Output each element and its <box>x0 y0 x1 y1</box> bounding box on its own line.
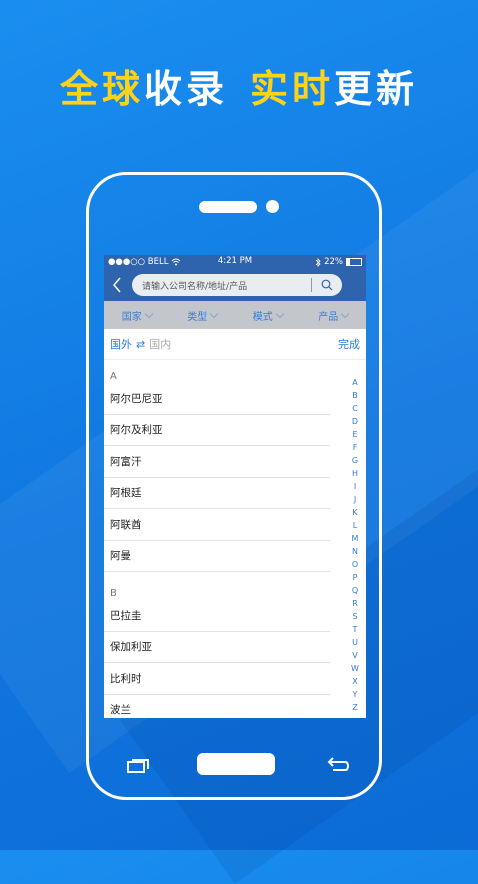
index-letter[interactable]: P <box>353 571 358 584</box>
index-letter[interactable]: F <box>353 441 358 454</box>
chevron-down-icon <box>275 309 284 318</box>
status-bar: ●●●○○ BELL 4:21 PM 22% <box>104 255 366 269</box>
index-letter[interactable]: R <box>352 597 358 610</box>
index-letter[interactable]: G <box>352 454 358 467</box>
index-letter[interactable]: H <box>352 467 358 480</box>
filter-bar: 国家 类型 模式 产品 <box>104 301 366 329</box>
swap-icon[interactable]: ⇄ <box>136 338 145 351</box>
back-chevron-icon[interactable] <box>108 273 126 297</box>
headline: 全球收录 实时更新 <box>0 58 478 113</box>
index-letter[interactable]: V <box>352 649 357 662</box>
headline-part1: 全球 <box>59 67 144 111</box>
index-letter[interactable]: S <box>352 610 357 623</box>
index-letter[interactable]: L <box>353 519 357 532</box>
index-letter[interactable]: C <box>352 402 358 415</box>
list-item[interactable]: 阿富汗 <box>104 446 330 478</box>
list-item[interactable]: 阿根廷 <box>104 478 330 509</box>
list-item[interactable]: 阿曼 <box>104 541 330 572</box>
index-letter[interactable]: U <box>352 636 358 649</box>
tab-foreign[interactable]: 国外 <box>110 336 132 352</box>
status-time: 4:21 PM <box>217 256 253 266</box>
index-letter[interactable]: N <box>352 545 358 558</box>
headline-part2: 收录 <box>143 67 228 111</box>
chevron-down-icon <box>210 309 219 318</box>
list-item[interactable]: 阿联酋 <box>104 509 330 541</box>
index-letter[interactable]: M <box>352 532 359 545</box>
filter-product[interactable]: 产品 <box>318 308 350 323</box>
index-letter[interactable]: K <box>352 506 357 519</box>
filter-country[interactable]: 国家 <box>122 308 153 323</box>
list-item[interactable]: 保加利亚 <box>104 632 330 663</box>
search-placeholder: 请输入公司名称/地址/产品 <box>142 281 248 292</box>
search-input[interactable]: 请输入公司名称/地址/产品 <box>132 274 342 296</box>
filter-mode[interactable]: 模式 <box>253 308 284 323</box>
list-item[interactable]: 波兰 <box>104 695 330 719</box>
index-letter[interactable]: J <box>354 493 356 506</box>
index-letter[interactable]: W <box>351 662 359 675</box>
camera <box>266 200 279 213</box>
index-letter[interactable]: Z <box>352 701 357 714</box>
app-screen: ●●●○○ BELL 4:21 PM 22% 请输入公司名称/地址/产品 国家 … <box>104 255 366 718</box>
list-item[interactable]: 阿尔巴尼亚 <box>104 383 330 415</box>
index-letter[interactable]: X <box>352 675 357 688</box>
tab-domestic[interactable]: 国内 <box>149 336 171 352</box>
index-letter[interactable]: B <box>352 389 358 402</box>
search-bar: 请输入公司名称/地址/产品 <box>104 269 366 301</box>
headline-part4: 更新 <box>334 67 419 111</box>
speaker <box>199 201 257 213</box>
done-button[interactable]: 完成 <box>338 336 360 352</box>
index-letter[interactable]: Y <box>353 688 358 701</box>
region-toggle: 国外 ⇄ 国内 完成 <box>104 329 366 360</box>
section-header: A <box>110 371 117 382</box>
index-letter[interactable]: O <box>352 558 358 571</box>
list-item[interactable]: 巴拉圭 <box>104 600 330 632</box>
battery-icon <box>346 258 362 266</box>
index-letter[interactable]: D <box>352 415 358 428</box>
section-header: B <box>110 588 117 599</box>
back-arrow-icon[interactable] <box>327 755 351 773</box>
index-letter[interactable]: I <box>354 480 356 493</box>
filter-type[interactable]: 类型 <box>187 308 219 323</box>
index-letter[interactable]: T <box>353 623 358 636</box>
list-item[interactable]: 阿尔及利亚 <box>104 415 330 446</box>
home-button[interactable] <box>197 753 275 775</box>
headline-part3: 实时 <box>250 67 335 111</box>
chevron-down-icon <box>144 309 153 318</box>
index-letter[interactable]: Q <box>352 584 358 597</box>
search-icon[interactable] <box>312 279 342 291</box>
chevron-down-icon <box>341 309 350 318</box>
alphabet-index: ABCDEFGHIJKLMNOPQRSTUVWXYZ <box>349 376 361 714</box>
list-item[interactable]: 比利时 <box>104 663 330 695</box>
index-letter[interactable]: E <box>352 428 357 441</box>
index-letter[interactable]: A <box>352 376 357 389</box>
country-list: A 阿尔巴尼亚 阿尔及利亚 阿富汗 阿根廷 阿联酋 阿曼 B 巴拉圭 保加利亚 … <box>104 359 330 718</box>
menu-icon[interactable] <box>127 758 149 773</box>
